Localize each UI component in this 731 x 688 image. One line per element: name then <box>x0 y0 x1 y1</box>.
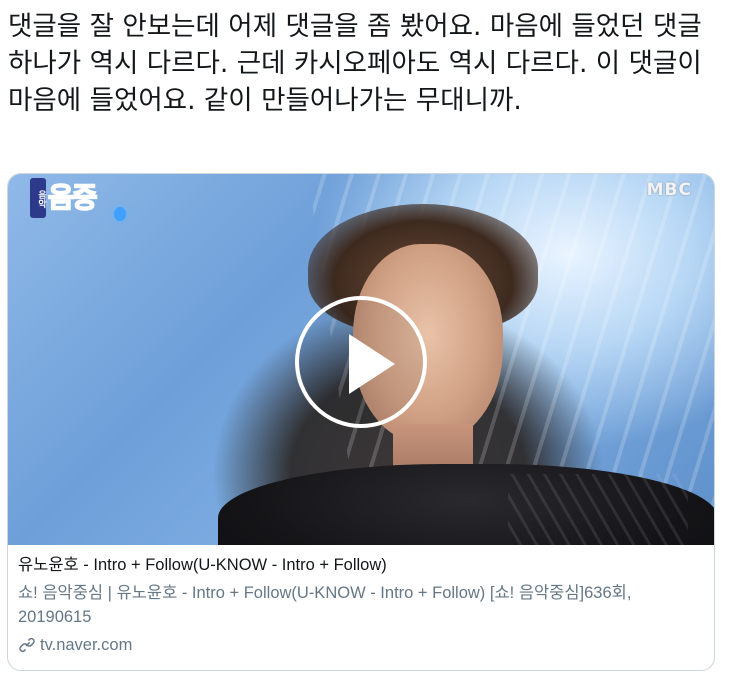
card-domain-text[interactable]: tv.naver.com <box>40 634 132 656</box>
card-domain[interactable]: tv.naver.com <box>18 634 708 656</box>
tweet-text: 댓글을 잘 안보는데 어제 댓글을 좀 봤어요. 마음에 들었던 댓글 하나가 … <box>8 11 702 116</box>
card-description: 쇼! 음악중심 | 유노윤호 - Intro + Follow(U-KNOW -… <box>18 584 632 626</box>
broadcaster-logo: MBC <box>646 180 692 200</box>
jacket-sheen <box>508 474 688 545</box>
link-icon <box>19 637 35 653</box>
show-logo-main: 음중 <box>47 180 98 215</box>
card-title[interactable]: 유노윤호 - Intro + Follow(U-KNOW - Intro + F… <box>18 554 708 576</box>
show-logo: 음악 음중 <box>30 178 102 218</box>
show-logo-side: 음악 <box>30 178 46 218</box>
play-button[interactable] <box>295 296 427 428</box>
link-preview-card[interactable]: 음악 음중 MBC 유노윤호 - Intro + Follow(U-KNOW -… <box>7 173 715 671</box>
play-icon <box>349 334 395 394</box>
stage-light-dot <box>114 207 126 221</box>
card-body[interactable]: 유노윤호 - Intro + Follow(U-KNOW - Intro + F… <box>18 554 708 656</box>
video-thumbnail[interactable]: 음악 음중 MBC <box>8 174 714 545</box>
